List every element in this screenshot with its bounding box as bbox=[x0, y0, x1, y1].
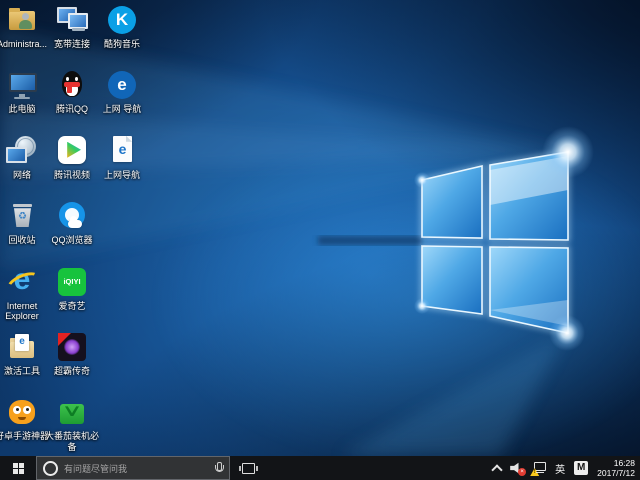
tencent-video-icon bbox=[55, 135, 89, 167]
task-view-button[interactable] bbox=[235, 456, 261, 480]
task-view-icon bbox=[242, 463, 255, 474]
taskbar-empty-area bbox=[261, 456, 493, 480]
icon-label: 上网 导航 bbox=[90, 104, 154, 115]
icon-label: 大番茄装机必 bbox=[40, 431, 104, 442]
desktop-icon-datomato-pc-essentials[interactable]: 大番茄装机必备 bbox=[40, 396, 104, 452]
taskbar: 有问题尽管问我 英 M 16:28 2017/7/12 bbox=[0, 456, 640, 480]
desktop-icon-internet-navigation-doc[interactable]: e 上网导航 bbox=[90, 135, 154, 181]
clock-time: 16:28 bbox=[597, 458, 635, 468]
network-warning-icon[interactable] bbox=[532, 462, 546, 474]
tencent-qq-icon bbox=[55, 69, 89, 101]
volume-muted-icon[interactable] bbox=[510, 462, 523, 474]
datomato-pc-essentials-icon bbox=[55, 396, 89, 428]
desktop: Administra...宽带连接K酷狗音乐此电脑腾讯QQe上网 导航网络腾讯视… bbox=[0, 0, 640, 480]
taskbar-search[interactable]: 有问题尽管问我 bbox=[36, 456, 230, 480]
icon-label: 酷狗音乐 bbox=[90, 39, 154, 50]
broadband-connection-icon bbox=[55, 4, 89, 36]
language-indicator[interactable]: 英 bbox=[555, 461, 565, 476]
internet-navigation-doc-icon: e bbox=[105, 135, 139, 167]
search-placeholder: 有问题尽管问我 bbox=[64, 462, 208, 475]
show-hidden-icons-chevron[interactable] bbox=[492, 464, 503, 475]
desktop-icon-internet-navigation[interactable]: e 上网 导航 bbox=[90, 69, 154, 115]
iqiyi-icon: iQIYI bbox=[55, 266, 89, 298]
qq-browser-icon bbox=[55, 200, 89, 232]
mute-badge bbox=[518, 468, 526, 476]
kugou-music-icon: K bbox=[105, 4, 139, 36]
desktop-icon-legend-game[interactable]: 超霸传奇 bbox=[40, 331, 104, 377]
icon-label: 超霸传奇 bbox=[40, 366, 104, 377]
ime-mode-icon[interactable]: M bbox=[574, 461, 588, 475]
warning-badge bbox=[530, 468, 539, 476]
internet-navigation-icon: e bbox=[105, 69, 139, 101]
desktop-icon-kugou-music[interactable]: K 酷狗音乐 bbox=[90, 4, 154, 50]
icon-label-line2: Explorer bbox=[0, 311, 54, 322]
icon-label: 上网导航 bbox=[90, 170, 154, 181]
start-button[interactable] bbox=[0, 456, 36, 480]
legend-game-icon bbox=[55, 331, 89, 363]
desktop-icon-qq-browser[interactable]: QQ浏览器 bbox=[40, 200, 104, 246]
taskbar-clock[interactable]: 16:28 2017/7/12 bbox=[597, 458, 635, 478]
desktop-icon-iqiyi[interactable]: iQIYI 爱奇艺 bbox=[40, 266, 104, 312]
this-pc-icon bbox=[5, 69, 39, 101]
recycle-bin-icon bbox=[5, 200, 39, 232]
icon-label-line2: 备 bbox=[40, 442, 104, 453]
internet-explorer-icon: e bbox=[5, 266, 39, 298]
icon-label: QQ浏览器 bbox=[40, 235, 104, 246]
windows-logo-icon bbox=[13, 463, 24, 474]
icon-label: 爱奇艺 bbox=[40, 301, 104, 312]
system-tray: 英 M 16:28 2017/7/12 bbox=[493, 456, 640, 480]
administrator-icon bbox=[5, 4, 39, 36]
haozhuo-mobile-game-tool-icon bbox=[5, 396, 39, 428]
network-icon bbox=[5, 135, 39, 167]
desktop-icons: Administra...宽带连接K酷狗音乐此电脑腾讯QQe上网 导航网络腾讯视… bbox=[0, 0, 640, 456]
microphone-icon[interactable] bbox=[214, 462, 223, 475]
clock-date: 2017/7/12 bbox=[597, 468, 635, 478]
cortana-icon bbox=[43, 461, 58, 476]
activation-tool-icon: e bbox=[5, 331, 39, 363]
